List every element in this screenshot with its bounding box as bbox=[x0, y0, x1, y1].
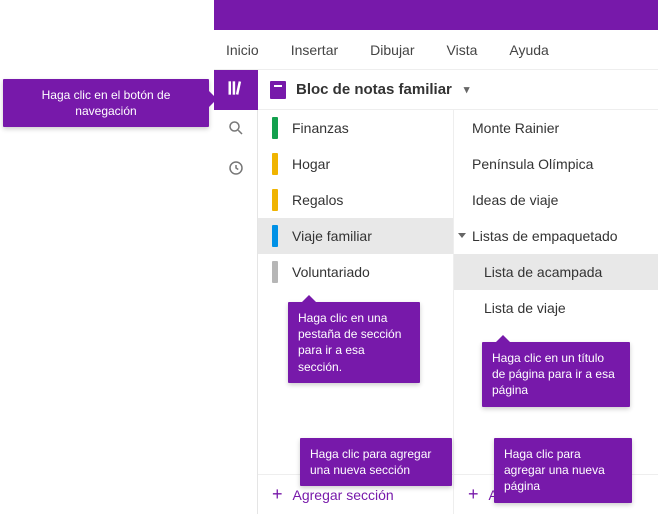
section-item-voluntariado[interactable]: Voluntariado bbox=[258, 254, 453, 290]
page-item-lista-de-acampada[interactable]: Lista de acampada bbox=[454, 254, 658, 290]
page-item-listas-de-empaquetado[interactable]: Listas de empaquetado bbox=[454, 218, 658, 254]
add-section-label: Agregar sección bbox=[293, 487, 394, 503]
notebook-dropdown[interactable]: Bloc de notas familiar ▾ bbox=[258, 70, 658, 110]
tab-vista[interactable]: Vista bbox=[447, 42, 478, 58]
ribbon: Inicio Insertar Dibujar Vista Ayuda bbox=[214, 30, 658, 70]
title-bar bbox=[214, 0, 658, 30]
search-icon bbox=[227, 119, 245, 142]
section-label: Hogar bbox=[292, 156, 330, 172]
search-button[interactable] bbox=[214, 110, 258, 150]
page-label: Listas de empaquetado bbox=[472, 228, 618, 244]
left-rail bbox=[214, 70, 258, 514]
tab-inicio[interactable]: Inicio bbox=[226, 42, 259, 58]
page-label: Lista de acampada bbox=[484, 264, 602, 280]
section-item-hogar[interactable]: Hogar bbox=[258, 146, 453, 182]
library-icon bbox=[226, 78, 246, 103]
section-color-tab bbox=[272, 225, 278, 247]
section-item-finanzas[interactable]: Finanzas bbox=[258, 110, 453, 146]
tab-ayuda[interactable]: Ayuda bbox=[509, 42, 548, 58]
section-item-regalos[interactable]: Regalos bbox=[258, 182, 453, 218]
section-color-tab bbox=[272, 117, 278, 139]
section-color-tab bbox=[272, 189, 278, 211]
section-item-viaje-familiar[interactable]: Viaje familiar bbox=[258, 218, 453, 254]
navigation-button[interactable] bbox=[214, 70, 258, 110]
tooltip-add-section: Haga clic para agregar una nueva sección bbox=[300, 438, 452, 486]
chevron-down-icon: ▾ bbox=[464, 83, 470, 96]
recent-button[interactable] bbox=[214, 150, 258, 190]
section-label: Regalos bbox=[292, 192, 343, 208]
clock-icon bbox=[227, 159, 245, 182]
page-label: Península Olímpica bbox=[472, 156, 593, 172]
page-item-monte-rainier[interactable]: Monte Rainier bbox=[454, 110, 658, 146]
page-label: Monte Rainier bbox=[472, 120, 559, 136]
notebook-title: Bloc de notas familiar bbox=[296, 81, 452, 98]
page-item-lista-de-viaje[interactable]: Lista de viaje bbox=[454, 290, 658, 326]
section-color-tab bbox=[272, 261, 278, 283]
section-label: Voluntariado bbox=[292, 264, 370, 280]
tab-dibujar[interactable]: Dibujar bbox=[370, 42, 414, 58]
plus-icon: + bbox=[468, 484, 479, 505]
section-label: Finanzas bbox=[292, 120, 349, 136]
page-label: Ideas de viaje bbox=[472, 192, 558, 208]
page-item-peninsula-olimpica[interactable]: Península Olímpica bbox=[454, 146, 658, 182]
tooltip-navigation: Haga clic en el botón de navegación bbox=[3, 79, 209, 127]
tooltip-section: Haga clic en una pestaña de sección para… bbox=[288, 302, 420, 383]
notebook-icon bbox=[270, 81, 286, 99]
section-label: Viaje familiar bbox=[292, 228, 372, 244]
page-item-ideas-de-viaje[interactable]: Ideas de viaje bbox=[454, 182, 658, 218]
plus-icon: + bbox=[272, 484, 283, 505]
page-label: Lista de viaje bbox=[484, 300, 566, 316]
section-color-tab bbox=[272, 153, 278, 175]
tab-insertar[interactable]: Insertar bbox=[291, 42, 338, 58]
tooltip-add-page: Haga clic para agregar una nueva página bbox=[494, 438, 632, 503]
tooltip-page: Haga clic en un título de página para ir… bbox=[482, 342, 630, 407]
